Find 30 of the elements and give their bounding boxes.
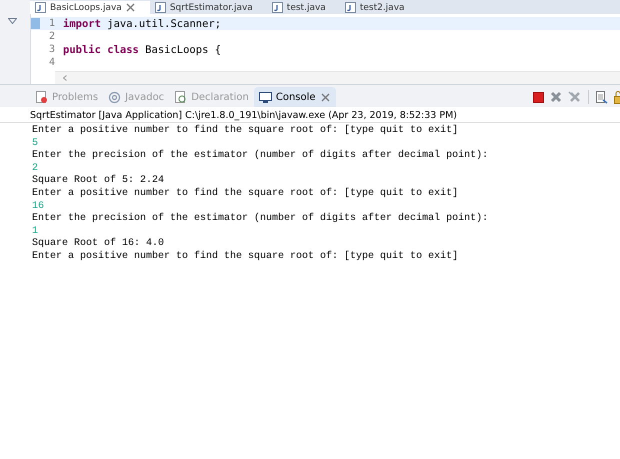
editor-tab[interactable]: test.java (266, 1, 340, 14)
declaration-icon (174, 90, 188, 104)
terminate-icon[interactable] (533, 92, 544, 102)
line-number: 1 (48, 18, 55, 29)
view-tab[interactable]: Console (254, 87, 336, 107)
lock-icon[interactable] (614, 90, 620, 104)
code-line: public class BasicLoops { (63, 44, 222, 56)
line-number: 2 (48, 31, 55, 42)
code-editor[interactable]: 1 import java.util.Scanner; 2 3 public class BasicLoops { 4 (30, 14, 620, 84)
java-file-icon (154, 1, 167, 14)
remove-all-icon[interactable] (568, 91, 582, 103)
console-output: Enter a positive number to find the square root of: [type quit to exit] 5 Enter the precision of the estimator (number of digits after decimal point): 2 Square Root of 5: 2.24 Enter a positive number to find the square root of: [type quit to exit] 16 Enter the precision of the estimator (number of digits after decimal point): 1 Square Root of 16: 4.0 Enter a positive number to find the square root of: [type quit to exit] (31, 124, 490, 264)
code-line: import java.util.Scanner; (63, 18, 222, 30)
editor-tab[interactable]: test2.java (340, 1, 419, 14)
java-file-icon (344, 1, 357, 14)
console-icon (258, 90, 272, 104)
editor-tab[interactable]: SqrtEstimator.java (150, 1, 267, 14)
collapse-arrow-icon[interactable] (8, 18, 16, 24)
problems-icon (35, 90, 48, 104)
horizontal-scrollbar[interactable] (55, 71, 620, 84)
line-number: 3 (48, 44, 55, 55)
java-file-icon (34, 1, 47, 14)
remove-launch-icon[interactable] (550, 91, 562, 103)
scroll-left-icon[interactable] (63, 75, 67, 81)
close-icon[interactable] (320, 92, 331, 102)
java-file-icon (270, 1, 284, 14)
close-icon[interactable] (124, 2, 136, 13)
line-number: 4 (48, 57, 55, 68)
document-icon[interactable] (595, 90, 608, 104)
editor-tab[interactable]: BasicLoops.java (30, 1, 150, 14)
